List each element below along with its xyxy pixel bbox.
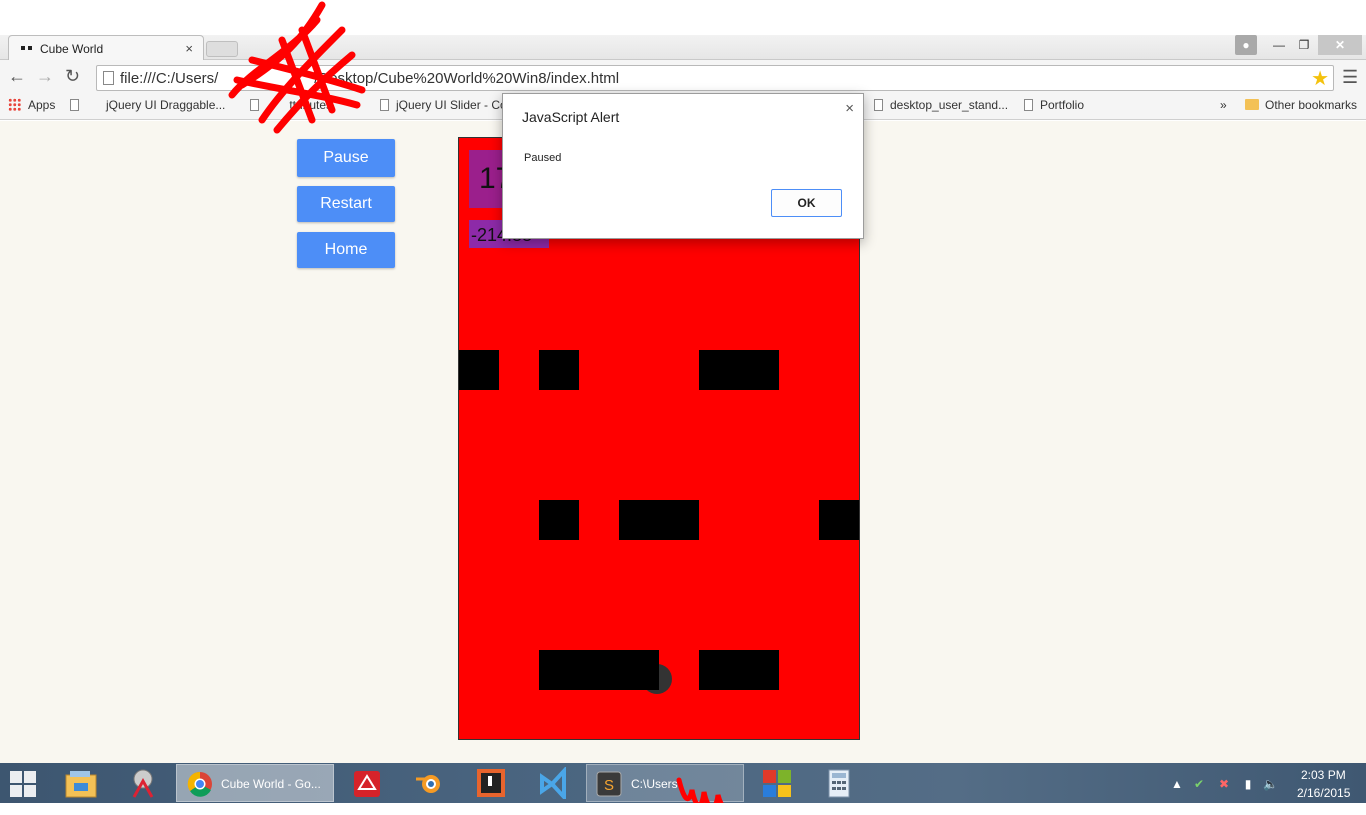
bookmark-desktop-user-standards[interactable]: desktop_user_stand... xyxy=(874,98,1008,112)
bookmark-apps[interactable]: Apps xyxy=(8,98,55,112)
intellij-icon[interactable] xyxy=(474,767,510,799)
file-explorer-icon[interactable] xyxy=(64,767,100,799)
page-icon xyxy=(874,99,883,111)
taskbar-chrome-label: Cube World - Go... xyxy=(221,777,321,791)
tray-security-icon[interactable]: ✔ xyxy=(1192,777,1206,791)
file-page-icon xyxy=(103,71,114,85)
cube-block xyxy=(619,500,699,540)
cube-block xyxy=(539,350,579,390)
tray-network-icon[interactable]: ✖ xyxy=(1217,777,1231,791)
home-button[interactable]: Home xyxy=(297,232,395,268)
visual-studio-icon[interactable] xyxy=(536,765,572,803)
alert-message: Paused xyxy=(524,152,562,164)
sublime-icon: S xyxy=(596,771,622,797)
tab-strip: Cube World × ● — ❐ ✕ xyxy=(0,33,1366,61)
taskbar-clock-time[interactable]: 2:03 PM xyxy=(1301,768,1346,782)
page-icon xyxy=(1024,99,1033,111)
blender-icon[interactable] xyxy=(412,767,448,799)
address-bar-url[interactable]: file:///C:/Users/ /Desktop/Cube%20World%… xyxy=(120,70,619,87)
snipping-tool-icon[interactable] xyxy=(126,767,162,799)
alert-close-icon[interactable]: × xyxy=(845,100,854,117)
sketchup-icon[interactable] xyxy=(350,767,386,799)
tray-volume-icon[interactable]: 🔈 xyxy=(1263,777,1278,791)
restore-icon[interactable]: ❐ xyxy=(1293,35,1315,55)
page-icon xyxy=(250,99,259,111)
forward-arrow-icon[interactable]: → xyxy=(36,66,54,87)
folder-icon xyxy=(1245,99,1259,110)
page-favicon-icon xyxy=(21,46,25,50)
bottom-edge xyxy=(0,803,1366,815)
svg-text:S: S xyxy=(604,777,614,794)
bookmark-star-icon[interactable]: ★ xyxy=(1311,66,1329,91)
taskbar-item-chrome[interactable]: Cube World - Go... xyxy=(176,764,334,802)
alert-title: JavaScript Alert xyxy=(522,109,620,125)
pause-button[interactable]: Pause xyxy=(297,139,395,177)
bookmarks-overflow-icon[interactable]: » xyxy=(1220,98,1227,112)
back-arrow-icon[interactable]: ← xyxy=(8,66,26,87)
windows-taskbar: Cube World - Go... S C:\Users\ ▲ ✔ ✖ ▮ 🔈 xyxy=(0,763,1366,803)
bookmark-other[interactable]: Other bookmarks xyxy=(1245,98,1357,112)
window-close-icon[interactable]: ✕ xyxy=(1318,35,1362,55)
hamburger-menu-icon[interactable]: ☰ xyxy=(1342,67,1358,88)
bookmark-attributes[interactable]: ttributes xyxy=(250,98,332,112)
calculator-icon[interactable] xyxy=(822,767,858,799)
taskbar-clock-date[interactable]: 2/16/2015 xyxy=(1297,786,1350,800)
tab-close-icon[interactable]: × xyxy=(185,41,193,56)
new-tab-button[interactable] xyxy=(206,41,238,57)
address-bar[interactable]: file:///C:/Users/ /Desktop/Cube%20World%… xyxy=(96,65,1334,91)
windows-start-icon[interactable] xyxy=(8,769,38,797)
profile-icon[interactable]: ● xyxy=(1235,35,1257,55)
cube-block xyxy=(539,650,659,690)
cube-block xyxy=(819,500,859,540)
cube-block xyxy=(699,650,779,690)
chrome-icon xyxy=(187,771,212,797)
page-icon xyxy=(380,99,389,111)
alert-ok-button[interactable]: OK xyxy=(771,189,842,217)
javascript-alert-dialog: JavaScript Alert × Paused OK xyxy=(502,93,864,239)
cube-block xyxy=(699,350,779,390)
tray-power-icon[interactable]: ▮ xyxy=(1241,777,1255,791)
tab-strip-background xyxy=(0,35,1366,60)
cube-block xyxy=(459,350,499,390)
tab-title: Cube World xyxy=(40,42,104,56)
tray-overflow-icon[interactable]: ▲ xyxy=(1170,777,1184,791)
browser-toolbar: ← → ↻ file:///C:/Users/ /Desktop/Cube%20… xyxy=(0,60,1366,94)
tab-cube-world[interactable]: Cube World × xyxy=(8,35,204,61)
restart-button[interactable]: Restart xyxy=(297,186,395,222)
cube-block xyxy=(539,500,579,540)
apps-grid-icon xyxy=(8,98,21,111)
bookmark-jquery-draggable[interactable]: jQuery UI Draggable... xyxy=(70,98,225,112)
taskbar-item-explorer[interactable]: S C:\Users\ xyxy=(586,764,744,802)
reload-icon[interactable]: ↻ xyxy=(65,66,80,87)
page-icon xyxy=(70,99,79,111)
taskbar-explorer-label: C:\Users\ xyxy=(631,777,682,791)
bookmark-portfolio[interactable]: Portfolio xyxy=(1024,98,1084,112)
minimize-icon[interactable]: — xyxy=(1268,35,1290,55)
windows-store-icon[interactable] xyxy=(760,767,796,799)
bookmark-jquery-slider[interactable]: jQuery UI Slider - Co xyxy=(380,98,507,112)
